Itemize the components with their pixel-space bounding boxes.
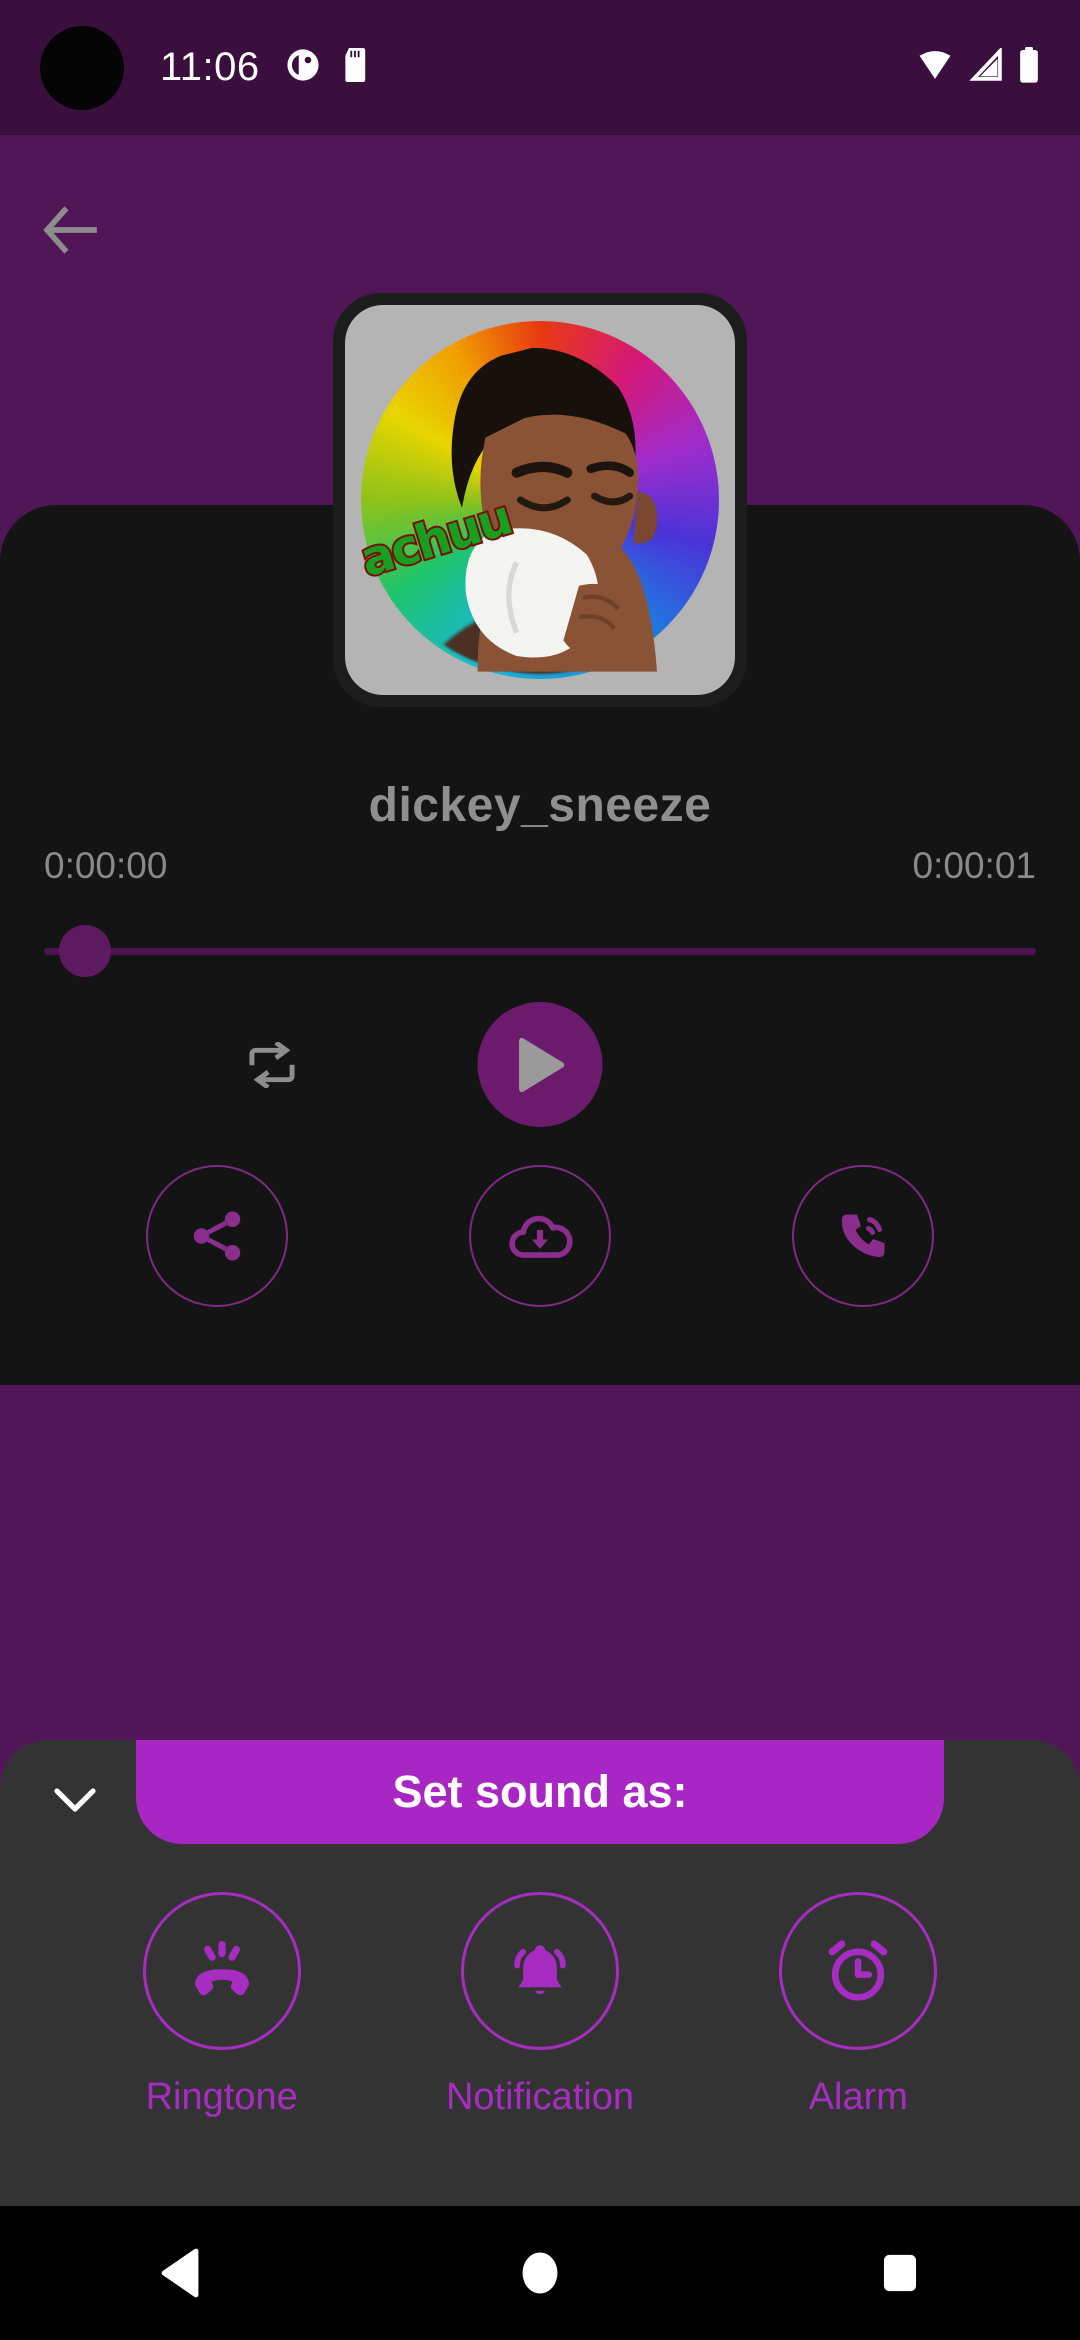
repeat-button[interactable] [232, 1025, 312, 1105]
sheet-title-pill: Set sound as: [136, 1740, 944, 1844]
set-sound-sheet: Set sound as: Ringtone Notification Alar… [0, 1740, 1080, 2206]
set-alarm-option[interactable]: Alarm [779, 1892, 938, 2119]
nav-home-button[interactable] [470, 2206, 610, 2340]
time-row: 0:00:00 0:00:01 [0, 845, 1080, 887]
system-nav-bar [0, 2206, 1080, 2340]
triangle-back-icon [161, 2248, 199, 2298]
set-ringtone-option[interactable]: Ringtone [142, 1892, 301, 2119]
notification-label: Notification [445, 2076, 634, 2118]
chevron-down-icon [54, 1788, 96, 1812]
album-art-image: achuu [345, 305, 735, 695]
seek-bar[interactable] [44, 923, 1036, 979]
app-notification-icon [286, 48, 320, 87]
action-buttons-row [0, 1165, 1080, 1307]
play-button[interactable] [477, 1002, 603, 1127]
alarm-icon-circle[interactable] [779, 1892, 938, 2050]
app-screen: 11:06 achuu dickey_sneeze 0:00:00 0:00:0… [0, 0, 1080, 2340]
sheet-title: Set sound as: [392, 1766, 688, 1817]
camera-punch-hole-icon [40, 25, 124, 110]
set-notification-option[interactable]: Notification [446, 1892, 634, 2119]
call-tone-button[interactable] [791, 1165, 934, 1307]
arrow-left-icon [43, 206, 97, 254]
sheet-header: Set sound as: [0, 1740, 1080, 1860]
play-icon [518, 1037, 564, 1092]
album-art[interactable]: achuu [333, 293, 747, 707]
status-bar: 11:06 [0, 0, 1080, 135]
status-bar-right-icons [916, 46, 1040, 88]
playback-controls [0, 1002, 1080, 1127]
bell-ringing-icon [514, 1945, 566, 1995]
phone-ring-icon [841, 1214, 885, 1258]
repeat-icon [249, 1042, 295, 1088]
alarm-clock-icon [828, 1940, 888, 2001]
status-bar-left-icons [286, 48, 370, 87]
ringtone-icon-circle[interactable] [142, 1892, 301, 2050]
wifi-icon [916, 48, 954, 87]
sound-options-row: Ringtone Notification Alarm [0, 1892, 1080, 2119]
square-recents-icon [883, 2254, 917, 2292]
seek-bar-thumb[interactable] [59, 925, 111, 977]
album-art-illustration [451, 347, 657, 672]
total-time: 0:00:01 [912, 845, 1036, 886]
nav-back-button[interactable] [110, 2206, 250, 2340]
share-button[interactable] [146, 1165, 289, 1307]
alarm-label: Alarm [808, 2076, 908, 2118]
player-card: achuu dickey_sneeze 0:00:00 0:00:01 [0, 293, 1080, 1385]
circle-home-icon [522, 2252, 558, 2294]
share-icon [194, 1211, 241, 1261]
track-title: dickey_sneeze [368, 779, 712, 832]
cellular-signal-icon [968, 46, 1004, 87]
collapse-sheet-button[interactable] [40, 1766, 110, 1836]
ringtone-label: Ringtone [145, 2076, 298, 2118]
battery-icon [1018, 47, 1040, 88]
cloud-download-icon [509, 1215, 573, 1258]
phone-ringing-icon [194, 1941, 249, 1996]
download-button[interactable] [468, 1165, 611, 1307]
seek-bar-track[interactable] [44, 948, 1036, 955]
nav-recents-button[interactable] [830, 2206, 970, 2340]
sd-card-icon [342, 48, 370, 87]
current-time: 0:00:00 [44, 845, 168, 886]
back-button[interactable] [20, 180, 120, 280]
notification-icon-circle[interactable] [460, 1892, 619, 2050]
status-bar-clock: 11:06 [160, 45, 260, 89]
